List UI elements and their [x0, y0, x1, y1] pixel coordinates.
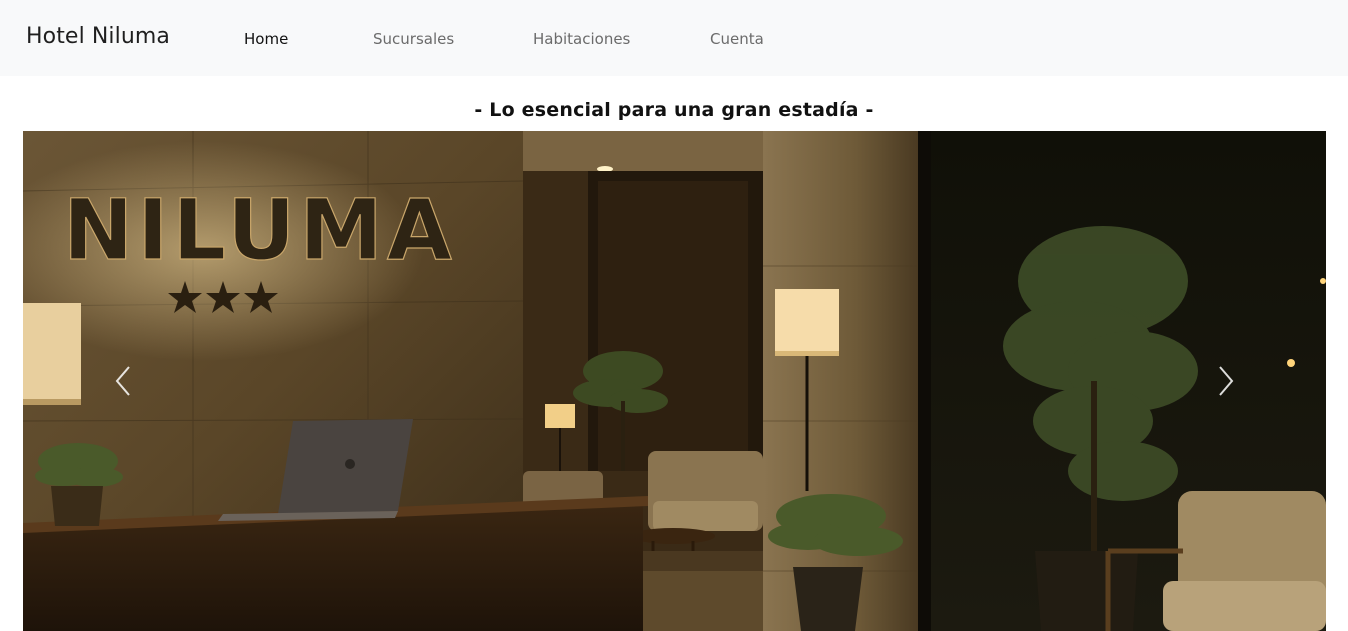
chevron-right-icon [1219, 366, 1234, 396]
brand-link[interactable]: Hotel Niluma [26, 24, 170, 49]
nav-link-sucursales[interactable]: Sucursales [373, 30, 454, 48]
chevron-left-icon [115, 366, 130, 396]
navbar: Hotel Niluma Home Sucursales Habitacione… [0, 0, 1348, 76]
carousel-next-button[interactable] [1126, 131, 1326, 631]
nav-link-home[interactable]: Home [244, 30, 288, 48]
hero-carousel: NILUMA [23, 131, 1326, 631]
page-tagline: - Lo esencial para una gran estadía - [474, 99, 874, 121]
carousel-prev-button[interactable] [23, 131, 223, 631]
nav-link-habitaciones[interactable]: Habitaciones [533, 30, 630, 48]
nav-link-cuenta[interactable]: Cuenta [710, 30, 764, 48]
